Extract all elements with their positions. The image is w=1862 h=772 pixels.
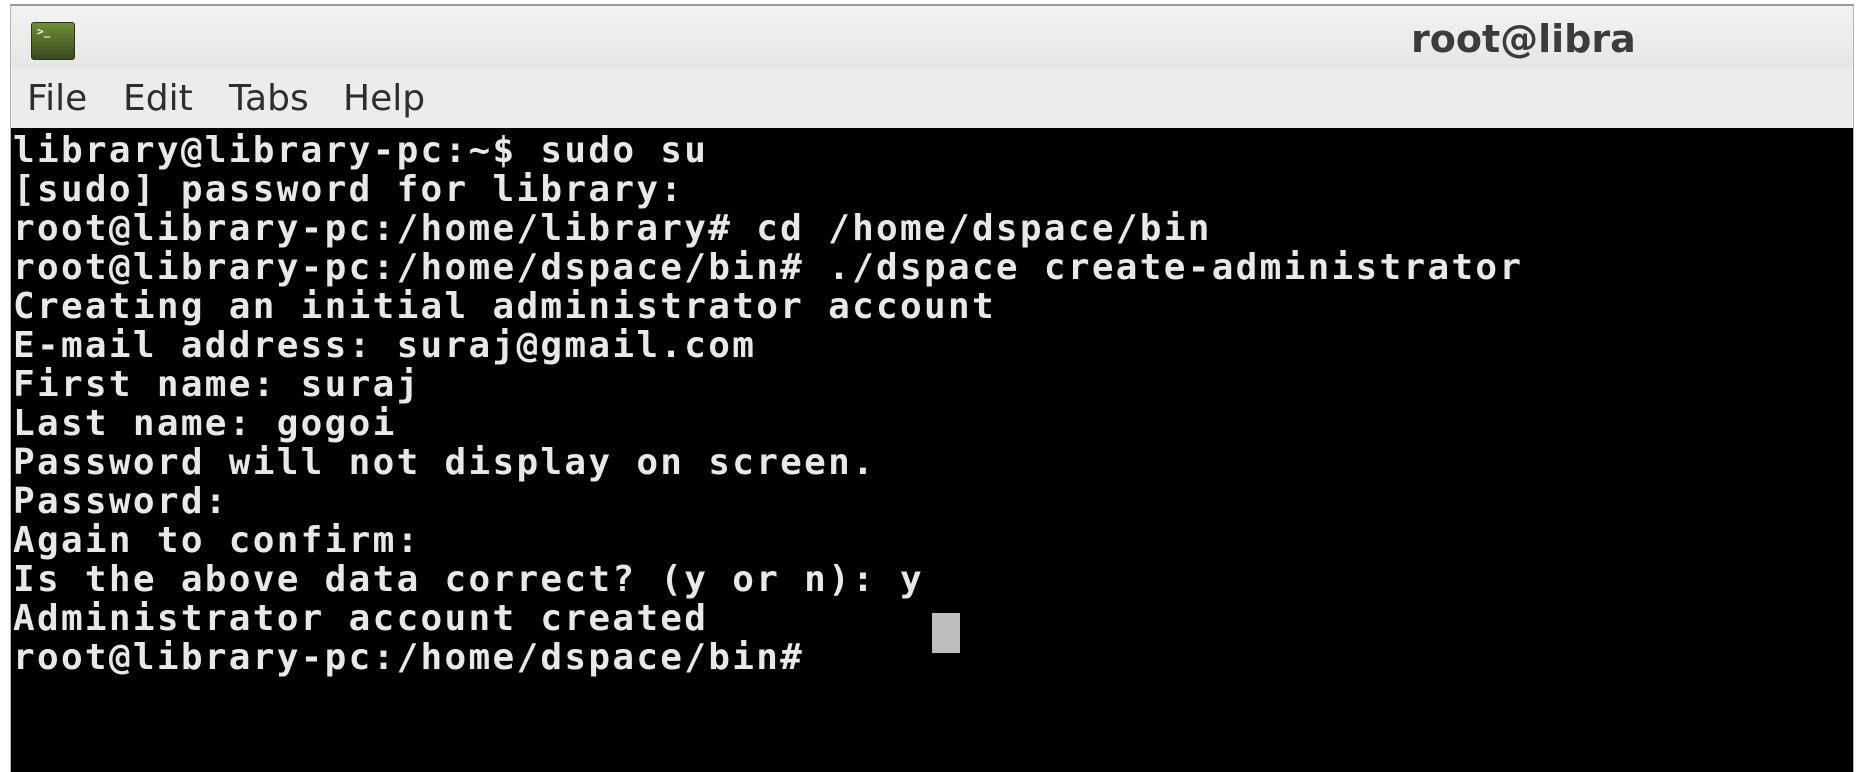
terminal-icon-prompt: >_ [37,25,51,38]
terminal-icon: >_ [31,22,75,60]
text-cursor [932,613,960,653]
menu-bar: File Edit Tabs Help [11,68,1853,128]
terminal-window: >_ root@libra File Edit Tabs Help librar… [10,4,1854,772]
menu-file[interactable]: File [27,74,87,124]
window-title: root@libra [1411,17,1636,61]
terminal-prompt-line: root@library-pc:/home/dspace/bin# [13,637,829,678]
terminal-output[interactable]: library@library-pc:~$ sudo su [sudo] pas… [11,128,1853,772]
menu-edit[interactable]: Edit [123,74,193,124]
menu-tabs[interactable]: Tabs [229,74,309,124]
menu-help[interactable]: Help [343,74,425,124]
title-bar[interactable]: >_ root@libra [11,6,1853,68]
